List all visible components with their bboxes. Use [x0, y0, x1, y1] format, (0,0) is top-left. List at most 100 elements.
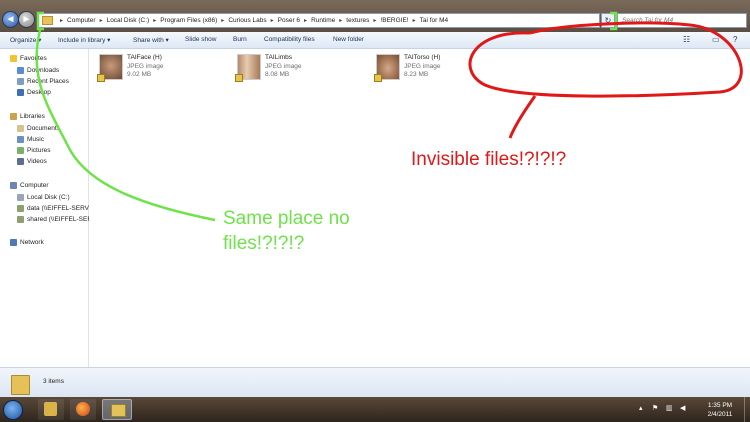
star-icon: [10, 55, 17, 62]
compatibility-files-button[interactable]: Compatibility files: [264, 36, 315, 43]
sidebar-item-libraries[interactable]: Libraries: [10, 113, 45, 120]
taskbar-app-explorer[interactable]: [102, 399, 132, 420]
pictures-icon: [17, 147, 24, 154]
videos-icon: [17, 158, 24, 165]
refresh-button[interactable]: ↻: [601, 13, 615, 28]
file-size: 8.08 MB: [265, 71, 290, 78]
sidebar-item-downloads[interactable]: Downloads: [17, 67, 59, 74]
sidebar-item-label: Recent Places: [27, 78, 69, 85]
music-icon: [17, 136, 24, 143]
chevron-right-icon: ▸: [373, 18, 377, 24]
lock-icon: [235, 74, 243, 82]
network-status-icon[interactable]: ▥: [666, 404, 673, 412]
chevron-right-icon: ▸: [304, 18, 308, 24]
sidebar-item-label: Favorites: [20, 55, 47, 62]
sidebar-item-label: Libraries: [20, 113, 45, 120]
sidebar-item-label: Music: [27, 136, 44, 143]
annotation-red: Invisible files!?!?!?: [411, 149, 567, 170]
share-with-button[interactable]: Share with ▾: [133, 36, 169, 44]
include-in-library-button[interactable]: Include in library ▾: [58, 36, 110, 44]
sidebar-item-pictures[interactable]: Pictures: [17, 147, 50, 154]
file-name: TAITorso (H): [404, 54, 441, 61]
search-box[interactable]: [617, 13, 747, 28]
clock-time: 1:35 PM: [707, 402, 733, 409]
clock-date: 2/4/2011: [707, 411, 733, 418]
help-icon[interactable]: ?: [733, 35, 737, 44]
sidebar-item-local-disk[interactable]: Local Disk (C:): [17, 194, 70, 201]
file-name: TAILimbs: [265, 54, 292, 61]
list-item[interactable]: TAIFace (H) JPEG image 9.02 MB: [97, 54, 164, 82]
breadcrumb-runtime[interactable]: Runtime: [311, 17, 335, 24]
system-clock[interactable]: 1:35 PM 2/4/2011: [700, 401, 740, 419]
back-button[interactable]: ◄: [2, 11, 19, 28]
sidebar-item-desktop[interactable]: Desktop: [17, 89, 51, 96]
breadcrumb-textures[interactable]: textures: [346, 17, 369, 24]
chevron-right-icon: ▸: [99, 18, 103, 24]
sidebar-item-label: Desktop: [27, 89, 51, 96]
explorer-icon: [111, 404, 126, 417]
file-type: JPEG image: [265, 62, 302, 70]
network-drive-icon: [17, 205, 24, 212]
search-input[interactable]: [622, 17, 732, 24]
taskbar-app-firefox[interactable]: [70, 399, 96, 420]
sidebar-item-music[interactable]: Music: [17, 136, 44, 143]
sidebar-item-documents[interactable]: Documents: [17, 125, 60, 132]
chevron-right-icon: ▸: [221, 18, 225, 24]
taskbar-app-poser[interactable]: [38, 399, 64, 420]
image-thumbnail: [374, 54, 400, 82]
network-icon: [10, 239, 17, 246]
breadcrumb-curious-labs[interactable]: Curious Labs: [228, 17, 266, 24]
sidebar-item-label: Local Disk (C:): [27, 194, 70, 201]
slide-show-button[interactable]: Slide show: [185, 36, 216, 43]
address-bar[interactable]: ▸ Computer ▸ Local Disk (C:) ▸ Program F…: [37, 13, 600, 28]
burn-button[interactable]: Burn: [233, 36, 247, 43]
downloads-icon: [17, 67, 24, 74]
sidebar-item-computer[interactable]: Computer: [10, 182, 49, 189]
file-size: 9.02 MB: [127, 71, 152, 78]
flag-icon[interactable]: ⚑: [652, 404, 658, 412]
breadcrumb-program-files[interactable]: Program Files (x86): [160, 17, 217, 24]
show-desktop-button[interactable]: [744, 397, 750, 422]
breadcrumb-tai-for-m4[interactable]: Tai for M4: [420, 17, 449, 24]
start-button[interactable]: [3, 400, 23, 420]
breadcrumb-poser[interactable]: Poser 6: [278, 17, 300, 24]
file-list: TAIFace (H) JPEG image 9.02 MB TAILimbs JPE…: [89, 49, 750, 367]
change-view-icon[interactable]: ☷: [683, 35, 690, 44]
file-type: JPEG image: [404, 62, 441, 70]
libraries-icon: [10, 113, 17, 120]
forward-button[interactable]: ►: [18, 11, 35, 28]
lock-icon: [374, 74, 382, 82]
preview-pane-icon[interactable]: ▭: [712, 35, 720, 44]
breadcrumb-computer[interactable]: Computer: [67, 17, 96, 24]
breadcrumb-bergie[interactable]: !BERGIE!: [380, 17, 408, 24]
details-pane: 3 items: [0, 367, 750, 398]
sidebar-item-label: Downloads: [27, 67, 60, 74]
show-hidden-icons-icon[interactable]: ▴: [639, 404, 643, 412]
chevron-right-icon: ▸: [153, 18, 157, 24]
sidebar-item-label: Documents: [27, 125, 60, 132]
sidebar-item-videos[interactable]: Videos: [17, 158, 47, 165]
sidebar-item-recent-places[interactable]: Recent Places: [17, 78, 69, 85]
poser-icon: [44, 402, 57, 416]
list-item[interactable]: TAITorso (H) JPEG image 8.23 MB: [374, 54, 441, 82]
sidebar-item-data-share[interactable]: data (\\EIFFEL-SERVER): [17, 205, 100, 212]
organize-button[interactable]: Organize ▾: [10, 36, 41, 44]
forward-arrow-icon: ►: [21, 14, 32, 25]
volume-icon[interactable]: ◀: [680, 404, 685, 412]
chevron-right-icon: ▸: [339, 18, 343, 24]
breadcrumb-local-disk[interactable]: Local Disk (C:): [107, 17, 150, 24]
firefox-icon: [76, 402, 90, 416]
sidebar-item-label: Network: [20, 239, 44, 246]
command-bar: Organize ▾ Include in library ▾ Share wi…: [0, 32, 750, 49]
sidebar-item-network[interactable]: Network: [10, 239, 44, 246]
annotation-green-line2: files!?!?!?: [223, 233, 305, 254]
image-thumbnail: [235, 54, 261, 82]
new-folder-button[interactable]: New folder: [333, 36, 364, 43]
chevron-right-icon: ▸: [60, 18, 64, 24]
network-drive-icon: [17, 216, 24, 223]
file-size: 8.23 MB: [404, 71, 429, 78]
desktop-icon: [17, 89, 24, 96]
sidebar-item-favorites[interactable]: Favorites: [10, 55, 47, 62]
sidebar-item-label: Computer: [20, 182, 49, 189]
list-item[interactable]: TAILimbs JPEG image 8.08 MB: [235, 54, 302, 82]
